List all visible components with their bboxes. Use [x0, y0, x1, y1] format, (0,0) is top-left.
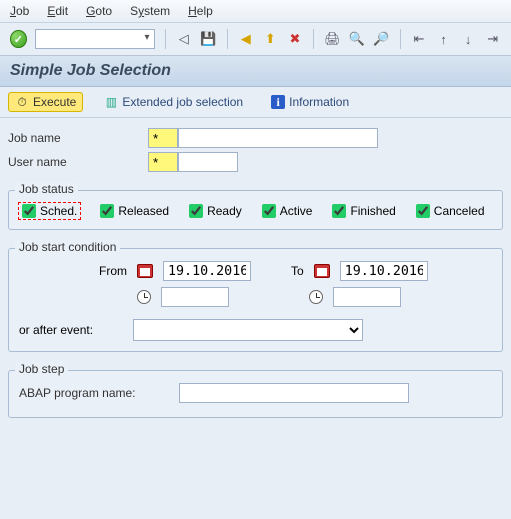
application-toolbar: ⏱ Execute ▥ Extended job selection i Inf…: [0, 87, 511, 118]
ready-checkbox[interactable]: [189, 204, 203, 218]
abap-program-label: ABAP program name:: [19, 386, 179, 400]
nav-back-icon[interactable]: ◀: [237, 30, 254, 48]
job-step-legend: Job step: [15, 362, 68, 376]
time-from-input[interactable]: [161, 287, 229, 307]
time-to-input[interactable]: [333, 287, 401, 307]
job-step-group: Job step ABAP program name:: [8, 370, 503, 418]
released-checkbox[interactable]: [100, 204, 114, 218]
find-icon[interactable]: 🔍: [349, 30, 366, 48]
extended-icon: ▥: [104, 95, 118, 109]
active-checkbox[interactable]: [262, 204, 276, 218]
menu-edit[interactable]: Edit: [47, 4, 68, 18]
clock-execute-icon: ⏱: [15, 95, 29, 109]
cancel-icon[interactable]: ✖: [287, 30, 304, 48]
page-up-icon[interactable]: ↑: [435, 30, 452, 48]
calendar-to-icon[interactable]: [314, 264, 330, 278]
information-button[interactable]: i Information: [264, 92, 356, 112]
from-label: From: [99, 264, 127, 278]
user-name-prefix[interactable]: [148, 152, 178, 172]
info-label: Information: [289, 95, 349, 109]
nav-exit-icon[interactable]: ⬆: [262, 30, 279, 48]
finished-checkbox[interactable]: [332, 204, 346, 218]
job-status-group: Job status Sched. Released Ready Active …: [8, 190, 503, 230]
to-label: To: [291, 264, 304, 278]
page-first-icon[interactable]: ⇤: [411, 30, 428, 48]
save-icon[interactable]: 💾: [200, 30, 217, 48]
event-select[interactable]: [133, 319, 363, 341]
date-to-input[interactable]: [340, 261, 428, 281]
back-icon[interactable]: ◁: [175, 30, 192, 48]
clock-from-icon[interactable]: [137, 290, 151, 304]
info-icon: i: [271, 95, 285, 109]
execute-label: Execute: [33, 95, 76, 109]
job-name-label: Job name: [8, 131, 148, 145]
canceled-checkbox[interactable]: [416, 204, 430, 218]
user-name-label: User name: [8, 155, 148, 169]
abap-program-input[interactable]: [179, 383, 409, 403]
system-toolbar: ✓ ◁ 💾 ◀ ⬆ ✖ 🖨 🔍 🔎 ⇤ ↑ ↓ ⇥: [0, 23, 511, 56]
find-next-icon[interactable]: 🔎: [373, 30, 390, 48]
job-start-legend: Job start condition: [15, 240, 120, 254]
canceled-checkbox-wrap[interactable]: Canceled: [416, 203, 485, 219]
menu-job[interactable]: JJobob: [10, 4, 29, 18]
menu-help[interactable]: Help: [188, 4, 213, 18]
or-after-event-label: or after event:: [19, 323, 93, 337]
date-from-input[interactable]: [163, 261, 251, 281]
menu-goto[interactable]: Goto: [86, 4, 112, 18]
page-down-icon[interactable]: ↓: [460, 30, 477, 48]
job-start-group: Job start condition From To or after eve…: [8, 248, 503, 352]
sched-checkbox-wrap[interactable]: Sched.: [19, 203, 80, 219]
ready-checkbox-wrap[interactable]: Ready: [189, 203, 242, 219]
ok-button[interactable]: ✓: [10, 30, 27, 48]
selection-screen: Job name User name Job status Sched. Rel…: [0, 118, 511, 428]
menu-system[interactable]: System: [130, 4, 170, 18]
job-name-prefix[interactable]: [148, 128, 178, 148]
execute-button[interactable]: ⏱ Execute: [8, 92, 83, 112]
user-name-input[interactable]: [178, 152, 238, 172]
extended-label: Extended job selection: [122, 95, 243, 109]
released-checkbox-wrap[interactable]: Released: [100, 203, 169, 219]
job-status-legend: Job status: [15, 182, 78, 196]
title-bar: Simple Job Selection: [0, 56, 511, 87]
page-title: Simple Job Selection: [10, 62, 501, 80]
calendar-from-icon[interactable]: [137, 264, 153, 278]
sched-checkbox[interactable]: [22, 204, 36, 218]
active-checkbox-wrap[interactable]: Active: [262, 203, 313, 219]
extended-selection-button[interactable]: ▥ Extended job selection: [97, 92, 250, 112]
clock-to-icon[interactable]: [309, 290, 323, 304]
print-icon[interactable]: 🖨: [324, 30, 341, 48]
command-field[interactable]: [35, 29, 155, 49]
page-last-icon[interactable]: ⇥: [484, 30, 501, 48]
finished-checkbox-wrap[interactable]: Finished: [332, 203, 395, 219]
menu-bar: JJobob Edit Goto System Help: [0, 0, 511, 23]
job-name-input[interactable]: [178, 128, 378, 148]
